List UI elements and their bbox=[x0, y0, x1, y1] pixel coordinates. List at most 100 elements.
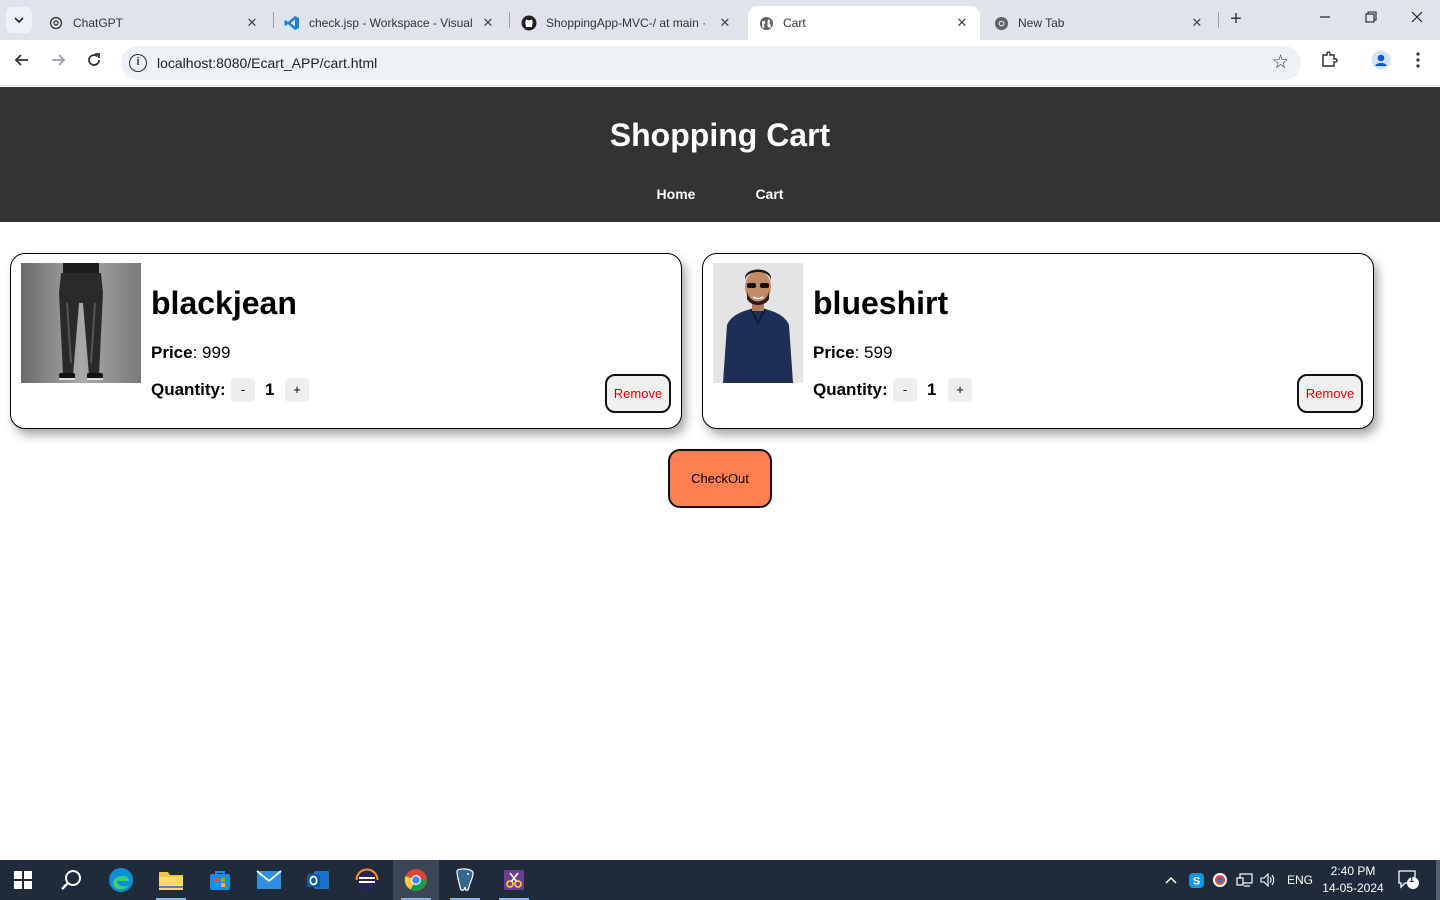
tab-separator bbox=[1218, 12, 1219, 28]
tab-title: New Tab bbox=[1018, 16, 1065, 30]
tray-language[interactable]: ENG bbox=[1287, 860, 1313, 900]
price-value: 599 bbox=[864, 343, 893, 362]
tray-network[interactable] bbox=[1236, 860, 1253, 900]
taskbar-search-button[interactable] bbox=[48, 860, 94, 900]
product-price: Price: 599 bbox=[813, 343, 893, 362]
tray-volume[interactable] bbox=[1260, 860, 1276, 900]
snipping-tool-icon bbox=[504, 870, 524, 890]
close-tab-icon[interactable]: ✕ bbox=[244, 15, 260, 31]
increase-quantity-button[interactable]: + bbox=[948, 378, 972, 402]
chevron-down-icon bbox=[14, 17, 24, 24]
tray-vpn[interactable] bbox=[1212, 860, 1228, 900]
tab-title: ChatGPT bbox=[73, 16, 124, 30]
notification-center-button[interactable]: 1 bbox=[1398, 860, 1420, 900]
close-tab-icon[interactable]: ✕ bbox=[1189, 15, 1205, 31]
taskbar-postgresql[interactable] bbox=[442, 860, 488, 900]
tab-new-tab[interactable]: New Tab ✕ bbox=[983, 6, 1215, 40]
price-label: Price bbox=[151, 343, 193, 362]
vscode-icon bbox=[284, 15, 300, 31]
taskbar: S ENG 2:40 PM 14-05-2024 1 bbox=[0, 860, 1440, 900]
close-icon bbox=[1411, 11, 1423, 23]
back-button[interactable] bbox=[9, 50, 35, 76]
profile-button[interactable] bbox=[1368, 50, 1394, 76]
search-icon bbox=[61, 870, 81, 890]
close-tab-icon[interactable]: ✕ bbox=[954, 15, 970, 31]
svg-text:S: S bbox=[1193, 875, 1200, 887]
network-icon bbox=[1236, 872, 1253, 887]
extensions-button[interactable] bbox=[1316, 50, 1342, 76]
forward-arrow-icon bbox=[52, 54, 66, 66]
close-tab-icon[interactable]: ✕ bbox=[480, 15, 496, 31]
taskbar-outlook[interactable] bbox=[295, 860, 341, 900]
quantity-label: Quantity: bbox=[813, 380, 888, 399]
nav-cart-link[interactable]: Cart bbox=[755, 186, 783, 202]
site-header: Shopping Cart Home Cart bbox=[0, 87, 1440, 222]
taskbar-mail[interactable] bbox=[246, 860, 292, 900]
product-name: blueshirt bbox=[813, 285, 949, 321]
bookmark-star-icon[interactable]: ☆ bbox=[1272, 51, 1289, 74]
minimize-button[interactable] bbox=[1310, 6, 1340, 32]
start-button[interactable] bbox=[0, 860, 46, 900]
taskbar-eclipse[interactable] bbox=[344, 860, 390, 900]
taskbar-file-explorer[interactable] bbox=[148, 860, 194, 900]
globe-shield-icon bbox=[1213, 873, 1227, 887]
taskbar-store[interactable] bbox=[197, 860, 243, 900]
tab-title: Cart bbox=[783, 16, 806, 30]
product-image-blueshirt bbox=[713, 263, 803, 383]
page-title: Shopping Cart bbox=[609, 117, 831, 153]
reload-button[interactable] bbox=[81, 50, 107, 76]
show-hidden-icons-button[interactable] bbox=[1165, 860, 1177, 900]
clock-date: 14-05-2024 bbox=[1322, 881, 1384, 895]
tab-github[interactable]: ShoppingApp-MVC-/ at main · ✕ bbox=[511, 6, 743, 40]
cart-item-card: blackjean Price: 999 Quantity: - 1 + Rem… bbox=[10, 253, 682, 429]
remove-button[interactable]: Remove bbox=[1297, 374, 1363, 413]
outlook-icon bbox=[307, 871, 329, 889]
nav-home-link[interactable]: Home bbox=[657, 186, 696, 202]
globe-icon bbox=[758, 15, 774, 31]
reload-icon bbox=[88, 53, 100, 66]
restore-icon bbox=[1365, 11, 1377, 23]
chatgpt-icon bbox=[48, 15, 64, 31]
taskbar-snipping-tool[interactable] bbox=[491, 860, 537, 900]
close-tab-icon[interactable]: ✕ bbox=[717, 15, 733, 31]
show-desktop-button[interactable] bbox=[1436, 860, 1440, 900]
folder-icon bbox=[159, 872, 183, 890]
site-info-icon[interactable]: i bbox=[129, 54, 147, 72]
eclipse-icon bbox=[355, 868, 379, 891]
taskbar-edge[interactable] bbox=[98, 860, 144, 900]
tab-vscode[interactable]: check.jsp - Workspace - Visual ✕ bbox=[274, 6, 506, 40]
tray-skype[interactable]: S bbox=[1189, 860, 1204, 900]
decrease-quantity-button[interactable]: - bbox=[893, 378, 917, 402]
taskbar-clock[interactable]: 2:40 PM 14-05-2024 bbox=[1318, 863, 1388, 897]
restore-button[interactable] bbox=[1356, 6, 1386, 32]
checkout-button[interactable]: CheckOut bbox=[668, 449, 772, 508]
speaker-icon bbox=[1260, 873, 1275, 887]
chrome-icon bbox=[993, 15, 1009, 31]
puzzle-icon bbox=[1322, 51, 1338, 67]
tab-cart[interactable]: Cart ✕ bbox=[748, 6, 980, 40]
clock-time: 2:40 PM bbox=[1330, 864, 1376, 878]
url-text[interactable]: localhost:8080/Ecart_APP/cart.html bbox=[157, 55, 377, 71]
close-window-button[interactable] bbox=[1402, 6, 1432, 32]
remove-button[interactable]: Remove bbox=[605, 374, 671, 413]
postgresql-elephant-icon bbox=[456, 868, 474, 891]
quantity-value: 1 bbox=[927, 380, 937, 399]
plus-icon: + bbox=[1230, 8, 1242, 30]
increase-quantity-button[interactable]: + bbox=[285, 378, 309, 402]
avatar-icon bbox=[1371, 50, 1391, 70]
minimize-icon bbox=[1320, 16, 1330, 18]
github-icon bbox=[521, 15, 537, 31]
tab-chatgpt[interactable]: ChatGPT ✕ bbox=[38, 6, 270, 40]
store-icon bbox=[210, 871, 230, 890]
tab-search-button[interactable] bbox=[6, 7, 32, 33]
browser-tab-bar: ChatGPT ✕ check.jsp - Workspace - Visual… bbox=[0, 0, 1440, 40]
address-bar[interactable]: i localhost:8080/Ecart_APP/cart.html ☆ bbox=[121, 46, 1301, 80]
quantity-label: Quantity: bbox=[151, 380, 226, 399]
taskbar-chrome[interactable] bbox=[393, 860, 439, 900]
new-tab-button[interactable]: + bbox=[1225, 8, 1247, 30]
decrease-quantity-button[interactable]: - bbox=[231, 378, 255, 402]
chevron-up-icon bbox=[1165, 876, 1177, 884]
forward-button[interactable] bbox=[45, 50, 71, 76]
menu-button[interactable] bbox=[1405, 50, 1431, 76]
browser-toolbar: i localhost:8080/Ecart_APP/cart.html ☆ bbox=[0, 40, 1440, 86]
